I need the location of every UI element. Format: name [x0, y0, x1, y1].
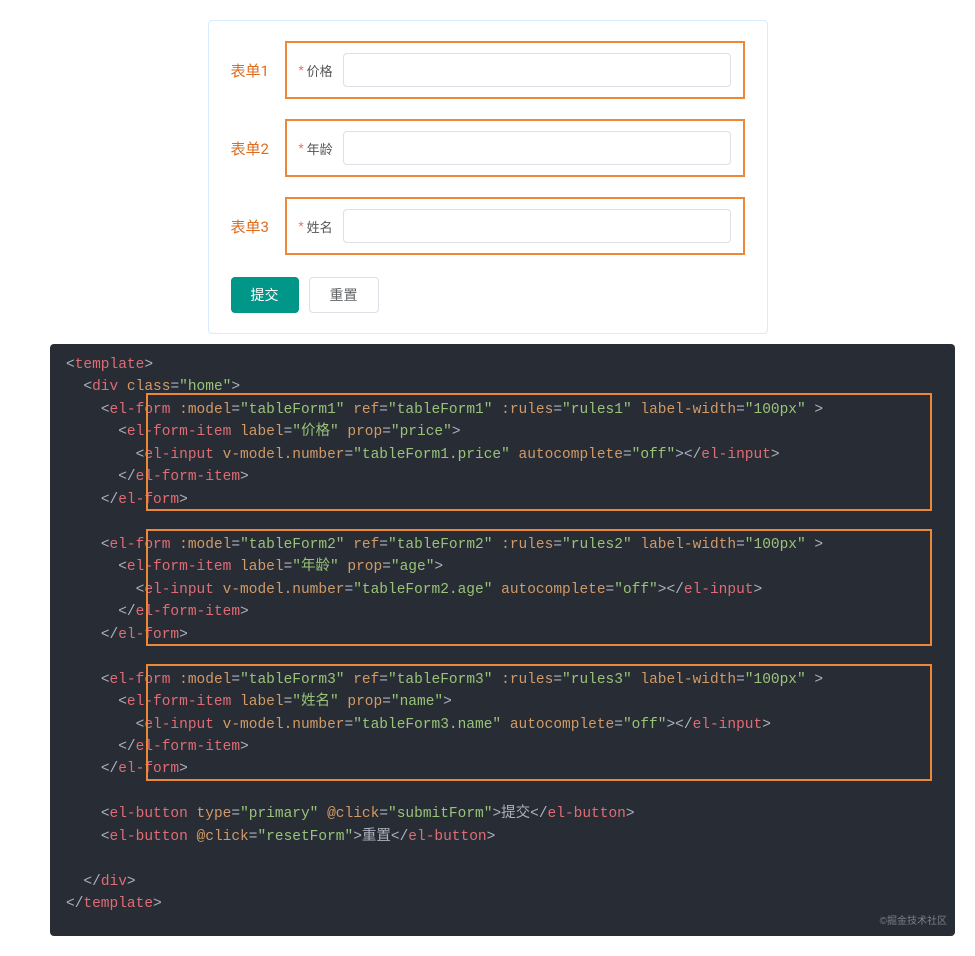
price-input[interactable] [343, 53, 731, 87]
form-field-label: *姓名 [299, 217, 333, 236]
name-input[interactable] [343, 209, 731, 243]
form-field-box: *年龄 [285, 119, 745, 177]
required-star-icon: * [299, 219, 304, 233]
form-field-box: *姓名 [285, 197, 745, 255]
code-block: <template> <div class="home"> <el-form :… [66, 354, 939, 916]
form-row-2: 表单2 *年龄 [231, 119, 745, 177]
form-row-prefix: 表单2 [231, 138, 285, 159]
form-row-1: 表单1 *价格 [231, 41, 745, 99]
form-field-label: *价格 [299, 61, 333, 80]
form-row-3: 表单3 *姓名 [231, 197, 745, 255]
code-panel: <template> <div class="home"> <el-form :… [50, 344, 955, 936]
button-row: 提交 重置 [231, 277, 745, 313]
reset-button[interactable]: 重置 [309, 277, 379, 313]
form-field-box: *价格 [285, 41, 745, 99]
form-field-label: *年龄 [299, 139, 333, 158]
required-star-icon: * [299, 63, 304, 77]
age-input[interactable] [343, 131, 731, 165]
required-star-icon: * [299, 141, 304, 155]
form-row-prefix: 表单3 [231, 216, 285, 237]
form-panel: 表单1 *价格 表单2 *年龄 表单3 *姓名 提交 重置 [208, 20, 768, 334]
submit-button[interactable]: 提交 [231, 277, 299, 313]
form-row-prefix: 表单1 [231, 60, 285, 81]
watermark: ©掘金技术社区 [880, 914, 947, 930]
